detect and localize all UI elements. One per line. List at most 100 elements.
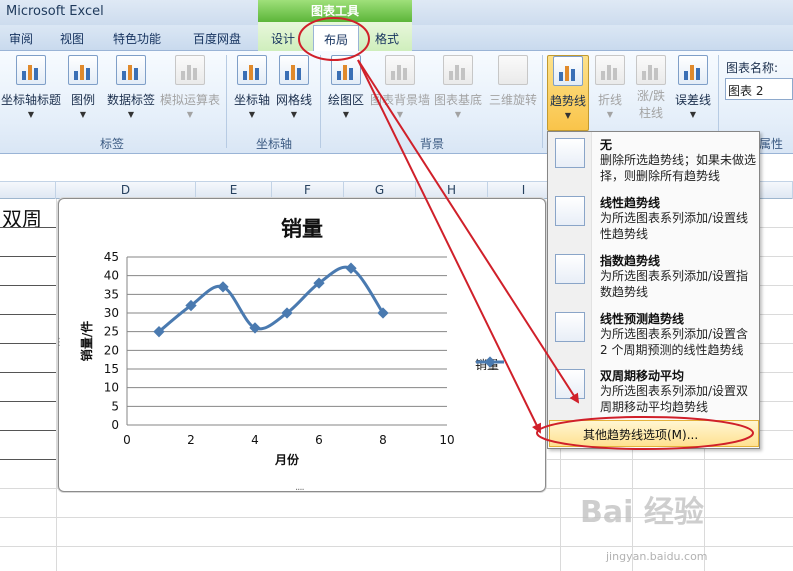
menu-item-title: 线性趋势线 <box>600 196 661 210</box>
tab-layout[interactable]: 布局 <box>313 25 360 52</box>
error-bars-button[interactable]: 误差线 ▼ <box>673 55 713 119</box>
column-header-f[interactable]: F <box>272 182 344 199</box>
3d-rotation-button[interactable]: 三维旋转 <box>486 55 540 108</box>
x-tick-label: 6 <box>315 433 323 447</box>
group-separator <box>542 55 543 148</box>
series-line <box>158 265 385 333</box>
plot-area-button[interactable]: 绘图区 ▼ <box>325 55 367 119</box>
tab-baidu-netdisk[interactable]: 百度网盘 <box>193 30 241 47</box>
chevron-down-icon: ▼ <box>27 110 35 119</box>
gridlines-label: 网格线 <box>275 93 312 107</box>
chevron-down-icon: ▼ <box>79 110 87 119</box>
lines-icon <box>595 55 625 85</box>
axis-title-icon <box>16 55 46 85</box>
y-tick-label: 10 <box>104 381 119 395</box>
chart-resize-handle[interactable]: ⋮ <box>54 337 64 348</box>
baidu-watermark-logo: Bai 经验 <box>580 495 704 530</box>
chevron-down-icon: ▼ <box>606 110 614 119</box>
chevron-down-icon: ▼ <box>248 110 256 119</box>
menu-item-moving-average[interactable]: 双周期移动平均 为所选图表系列添加/设置双周期移动平均趋势线 <box>548 365 759 419</box>
menu-item-exponential[interactable]: 指数趋势线 为所选图表系列添加/设置指数趋势线 <box>548 250 759 306</box>
up-down-bars-icon <box>636 55 666 85</box>
data-labels-label: 数据标签 <box>106 93 155 107</box>
3d-rotation-icon <box>498 55 528 85</box>
data-table-label: 模拟运算表 <box>159 93 220 107</box>
chart-wall-icon <box>385 55 415 85</box>
legend-button[interactable]: 图例 ▼ <box>64 55 102 119</box>
chart-resize-handle[interactable]: ···· <box>295 485 305 496</box>
chart-floor-label: 图表基底 <box>433 93 482 107</box>
group-label-properties: 属性 <box>758 137 783 151</box>
menu-item-desc: 为所选图表系列添加/设置双周期移动平均趋势线 <box>600 384 749 414</box>
chevron-down-icon: ▼ <box>564 111 572 120</box>
menu-item-title: 无 <box>600 138 613 152</box>
chart-name-field[interactable]: 图表 2 <box>725 78 793 100</box>
axes-button[interactable]: 坐标轴 ▼ <box>232 55 272 119</box>
chevron-down-icon: ▼ <box>127 110 135 119</box>
chart-tools-header: 图表工具 <box>258 0 412 22</box>
tab-design[interactable]: 设计 <box>271 30 295 47</box>
menu-item-linear[interactable]: 线性趋势线 为所选图表系列添加/设置线性趋势线 <box>548 192 759 248</box>
chevron-down-icon: ▼ <box>290 110 298 119</box>
y-tick-label: 20 <box>104 343 119 357</box>
legend-icon <box>68 55 98 85</box>
data-table-button[interactable]: 模拟运算表 ▼ <box>158 55 222 119</box>
axes-label: 坐标轴 <box>233 93 270 107</box>
data-labels-button[interactable]: 数据标签 ▼ <box>104 55 158 119</box>
x-axis-title: 月份 <box>274 452 300 467</box>
column-header-c[interactable] <box>0 182 56 199</box>
legend-marker-icon <box>476 356 504 368</box>
exponential-trendline-icon <box>555 254 585 284</box>
y-axis-title: 销量/件 <box>79 321 94 361</box>
tab-view[interactable]: 视图 <box>60 30 84 47</box>
axis-title-button[interactable]: 坐标轴标题 ▼ <box>0 55 62 119</box>
up-down-bars-button[interactable]: 涨/跌 柱线 <box>632 55 670 121</box>
column-header-h[interactable]: H <box>416 182 488 199</box>
x-tick-label: 10 <box>439 433 454 447</box>
tab-special-features[interactable]: 特色功能 <box>113 30 161 47</box>
lines-label: 折线 <box>597 93 622 107</box>
chevron-down-icon: ▼ <box>689 110 697 119</box>
error-bars-label: 误差线 <box>674 93 711 107</box>
column-header-g[interactable]: G <box>344 182 416 199</box>
chevron-down-icon: ▼ <box>396 110 404 119</box>
axes-icon <box>237 55 267 85</box>
y-tick-label: 0 <box>111 418 119 432</box>
trendline-menu: 无 删除所选趋势线；如果未做选择，则删除所有趋势线 线性趋势线 为所选图表系列添… <box>547 131 760 449</box>
chart-legend[interactable]: 销量 <box>475 356 504 373</box>
chevron-down-icon: ▼ <box>186 110 194 119</box>
menu-item-none[interactable]: 无 删除所选趋势线；如果未做选择，则删除所有趋势线 <box>548 134 759 190</box>
chart-name-label: 图表名称: <box>726 61 779 75</box>
y-tick-label: 40 <box>104 269 119 283</box>
x-tick-label: 8 <box>379 433 387 447</box>
legend-label: 图例 <box>70 93 95 107</box>
y-tick-label: 25 <box>104 325 119 339</box>
plot-area-label: 绘图区 <box>327 93 364 107</box>
up-down-bars-label: 涨/跌 <box>636 89 666 103</box>
chart-object[interactable]: 销量 0 5 10 15 20 25 30 35 40 45 0 2 4 6 8 10 月份 销量/件 销量 ··… <box>54 198 553 496</box>
chart-wall-button[interactable]: 图表背景墙 ▼ <box>368 55 432 119</box>
tab-format[interactable]: 格式 <box>375 30 399 47</box>
column-header-d[interactable]: D <box>56 182 196 199</box>
axis-title-label: 坐标轴标题 <box>0 93 61 107</box>
gridlines-icon <box>279 55 309 85</box>
menu-item-title: 指数趋势线 <box>600 254 661 268</box>
tab-review[interactable]: 审阅 <box>9 30 33 47</box>
no-trendline-icon <box>555 138 585 168</box>
group-label-axes: 坐标轴 <box>255 137 292 151</box>
column-header-e[interactable]: E <box>196 182 272 199</box>
data-table-icon <box>175 55 205 85</box>
baidu-watermark-url: jingyan.baidu.com <box>606 550 708 563</box>
y-tick-label: 45 <box>104 250 119 264</box>
moving-average-icon <box>555 369 585 399</box>
more-trendline-options[interactable]: 其他趋势线选项(M)... <box>549 420 759 447</box>
trendline-button[interactable]: 趋势线 ▼ <box>547 55 589 131</box>
chart-wall-label: 图表背景墙 <box>369 93 430 107</box>
chart-floor-button[interactable]: 图表基底 ▼ <box>432 55 484 119</box>
menu-item-linear-forecast[interactable]: 线性预测趋势线 为所选图表系列添加/设置含 2 个周期预测的线性趋势线 <box>548 308 759 364</box>
group-separator <box>226 55 227 148</box>
y-tick-label: 30 <box>104 306 119 320</box>
group-label-background: 背景 <box>419 137 444 151</box>
lines-button[interactable]: 折线 ▼ <box>592 55 628 119</box>
gridlines-button[interactable]: 网格线 ▼ <box>274 55 314 119</box>
